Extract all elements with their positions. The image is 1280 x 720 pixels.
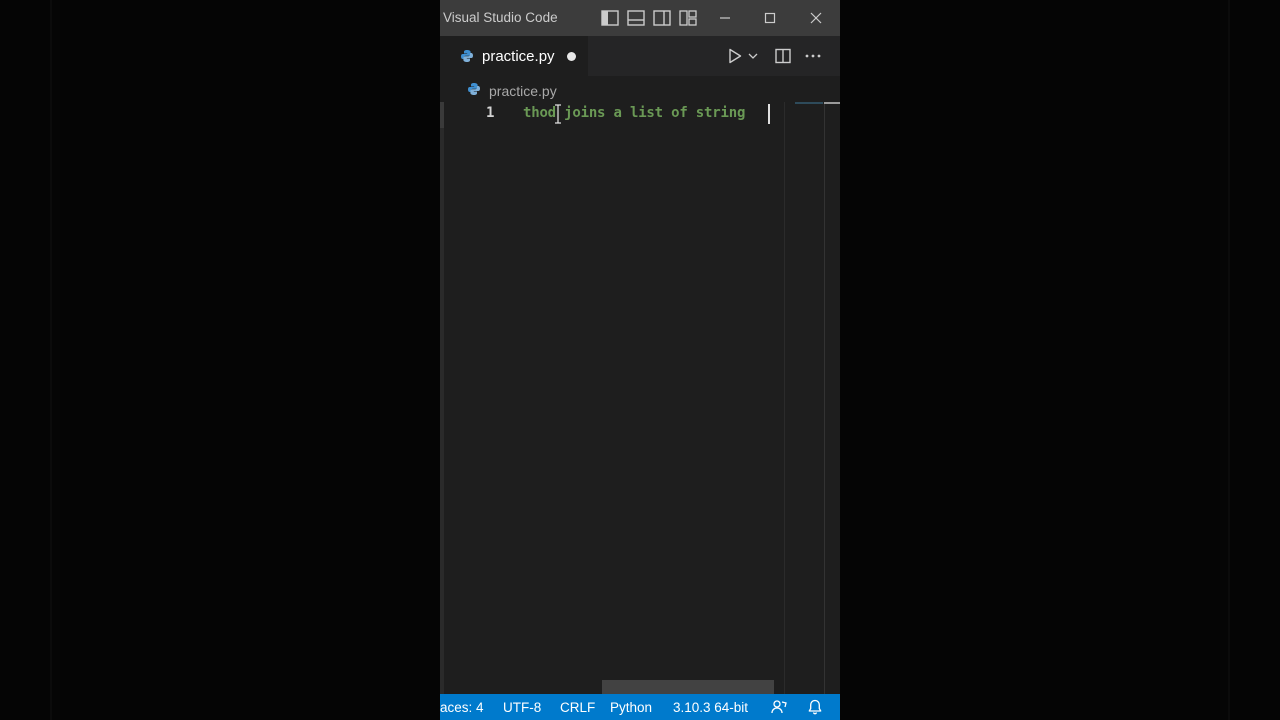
status-interpreter[interactable]: 3.10.3 64-bit bbox=[673, 700, 748, 715]
breadcrumb-file-label: practice.py bbox=[489, 83, 557, 99]
status-language[interactable]: Python bbox=[610, 700, 652, 715]
close-icon[interactable] bbox=[806, 8, 826, 28]
toggle-primary-sidebar-icon[interactable] bbox=[600, 8, 620, 28]
title-bar: Visual Studio Code bbox=[440, 0, 840, 36]
minimize-icon[interactable] bbox=[715, 8, 735, 28]
editor-left-edge bbox=[440, 102, 444, 694]
status-encoding[interactable]: UTF-8 bbox=[503, 700, 541, 715]
chevron-down-icon[interactable] bbox=[746, 46, 760, 66]
more-actions-icon[interactable] bbox=[803, 46, 823, 66]
code-editor[interactable]: 1 thod joins a list of string bbox=[440, 102, 840, 694]
maximize-icon[interactable] bbox=[760, 8, 780, 28]
python-file-icon bbox=[467, 82, 481, 101]
toggle-panel-icon[interactable] bbox=[626, 8, 646, 28]
tab-label: practice.py bbox=[482, 48, 555, 65]
vscode-window: Visual Studio Code practice.py practice.… bbox=[440, 0, 840, 720]
toggle-secondary-sidebar-icon[interactable] bbox=[652, 8, 672, 28]
mouse-ibeam-icon bbox=[554, 104, 562, 124]
split-editor-icon[interactable] bbox=[773, 46, 793, 66]
line-number: 1 bbox=[486, 105, 495, 121]
minimap-divider bbox=[784, 102, 785, 694]
video-letterbox-left bbox=[0, 0, 440, 720]
notifications-bell-icon[interactable] bbox=[806, 698, 824, 716]
window-title: Visual Studio Code bbox=[443, 10, 558, 25]
tab-practice-py[interactable]: practice.py bbox=[440, 36, 588, 76]
run-icon[interactable] bbox=[726, 46, 744, 66]
overview-ruler bbox=[824, 102, 825, 694]
breadcrumb[interactable]: practice.py bbox=[467, 80, 557, 102]
status-bar: aces: 4 UTF-8 CRLF Python 3.10.3 64-bit bbox=[440, 694, 840, 720]
text-cursor bbox=[768, 104, 770, 124]
horizontal-scrollbar[interactable] bbox=[602, 680, 774, 694]
customize-layout-icon[interactable] bbox=[678, 8, 698, 28]
minimap[interactable] bbox=[795, 102, 823, 104]
status-eol[interactable]: CRLF bbox=[560, 700, 595, 715]
current-line-marker bbox=[440, 102, 444, 128]
video-letterbox-right bbox=[840, 0, 1280, 720]
editor-tab-strip: practice.py bbox=[440, 36, 840, 76]
python-file-icon bbox=[460, 49, 474, 68]
live-share-feedback-icon[interactable] bbox=[770, 698, 788, 716]
status-indentation[interactable]: aces: 4 bbox=[440, 700, 484, 715]
unsaved-changes-dot[interactable] bbox=[567, 52, 576, 61]
overview-ruler-marker bbox=[824, 102, 840, 104]
